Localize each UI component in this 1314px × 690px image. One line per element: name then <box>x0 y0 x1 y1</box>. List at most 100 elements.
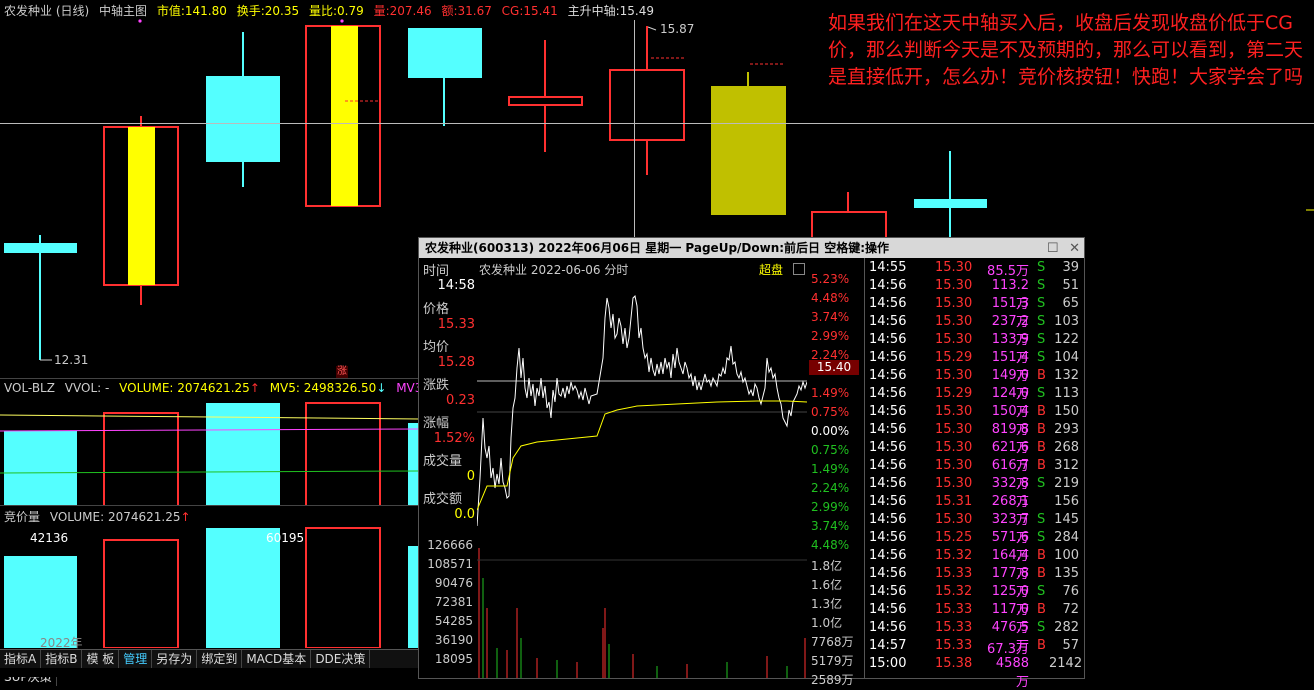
trade-row: 15:00 15.38 4588万 2142 <box>865 656 1083 690</box>
trade-time: 14:57 <box>869 638 907 653</box>
pct-tick: 0.75% <box>811 443 850 457</box>
trade-side: S <box>1037 296 1046 311</box>
popup-title-bar[interactable]: 农发种业(600313) 2022年06月06日 星期一 PageUp/Down… <box>419 238 1084 258</box>
trade-side: B <box>1037 548 1046 563</box>
trade-side: B <box>1037 404 1046 419</box>
intraday-popup[interactable]: 农发种业(600313) 2022年06月06日 星期一 PageUp/Down… <box>418 237 1085 690</box>
trade-side: S <box>1037 530 1046 545</box>
trade-price: 15.29 <box>935 350 973 365</box>
overlay-badge[interactable]: 超盘 <box>759 261 783 278</box>
intraday-chart[interactable]: 农发种业 2022-06-06 分时 超盘 <box>477 258 807 678</box>
price-line <box>477 294 807 527</box>
tab-manage[interactable]: 管理 <box>119 650 153 668</box>
tab-save-as[interactable]: 另存为 <box>152 650 198 668</box>
trade-price: 15.25 <box>935 530 973 545</box>
trade-side: S <box>1037 260 1046 275</box>
trade-count: 39 <box>1062 260 1079 275</box>
trade-row: 14:56 15.33 476.5万 S 282 <box>865 620 1083 654</box>
trade-time: 14:56 <box>869 314 907 329</box>
trade-row: 14:56 15.30 819.8万 B 293 <box>865 422 1083 456</box>
close-icon[interactable]: ✕ <box>1069 241 1080 256</box>
candle-body <box>508 96 583 106</box>
pct-tick: 3.74% <box>811 310 850 324</box>
pct-tick: 5.23% <box>811 272 850 286</box>
popup-controls: ☐ ✕ <box>1041 239 1080 259</box>
trade-count: 219 <box>1054 476 1079 491</box>
high-marker-line <box>647 26 657 31</box>
trade-row: 14:56 15.29 151.4万 S 104 <box>865 350 1083 384</box>
trade-count: 282 <box>1054 620 1079 635</box>
trade-row: 14:56 15.30 150.4万 B 150 <box>865 404 1083 438</box>
trade-amount-label: 成交额 <box>423 492 463 507</box>
trade-count: 150 <box>1054 404 1079 419</box>
trade-count: 2142 <box>1049 656 1083 671</box>
trade-count: 122 <box>1054 332 1079 347</box>
crosshair-horizontal <box>0 123 1314 124</box>
trade-price: 15.30 <box>935 440 973 455</box>
trade-side: B <box>1037 422 1046 437</box>
tab-indicator-b[interactable]: 指标B <box>41 650 83 668</box>
vol-axis-right-tick: 1.8亿 <box>811 559 843 573</box>
toggle-icon[interactable] <box>793 263 805 275</box>
volume-bars <box>0 402 420 506</box>
tab-macd[interactable]: MACD基本 <box>242 650 312 668</box>
current-price-tag: 15.40 <box>809 360 859 375</box>
vol-axis-left-tick: 108571 <box>427 557 473 571</box>
pct-tick: 4.48% <box>811 291 850 305</box>
trade-time: 14:56 <box>869 530 907 545</box>
vol-axis-left-tick: 54285 <box>434 614 473 628</box>
trade-side: S <box>1037 386 1046 401</box>
vol-axis-left-tick: 126666 <box>427 538 473 552</box>
signal-dot <box>138 19 142 23</box>
tab-dde[interactable]: DDE决策 <box>311 650 371 668</box>
trade-side: B <box>1037 638 1046 653</box>
trade-row: 14:56 15.30 113.2万 S 51 <box>865 278 1083 312</box>
pct-value: 1.52% <box>433 431 475 446</box>
tick-trade-list[interactable]: 14:55 15.30 85.5万 S 39 14:56 15.30 113.2万 S 51 14:… <box>864 258 1083 690</box>
trade-side: B <box>1037 440 1046 455</box>
candle-highlight <box>331 26 358 206</box>
trade-amount-value: 0.0 <box>454 507 475 522</box>
trade-count: 284 <box>1054 530 1079 545</box>
vol-axis-left-tick: 18095 <box>434 652 473 666</box>
restore-icon[interactable]: ☐ <box>1047 241 1059 256</box>
time-value: 14:58 <box>437 278 475 293</box>
trade-row: 14:56 15.30 616.7万 B 312 <box>865 458 1083 492</box>
tab-bind[interactable]: 绑定到 <box>197 650 243 668</box>
trade-price: 15.30 <box>935 368 973 383</box>
trade-side: B <box>1037 566 1046 581</box>
trade-side: B <box>1037 602 1046 617</box>
trade-price: 15.31 <box>935 494 973 509</box>
trade-time: 14:56 <box>869 404 907 419</box>
trade-row: 14:56 15.32 164.4万 B 100 <box>865 548 1083 582</box>
tab-template[interactable]: 模 板 <box>82 650 120 668</box>
trade-time: 14:56 <box>869 386 907 401</box>
vol-axis-right-tick: 7768万 <box>811 635 854 649</box>
signal-dot <box>340 19 344 23</box>
trade-count: 156 <box>1054 494 1079 509</box>
volume-panel[interactable]: VOL-BLZ VVOL: - VOLUME: 2074621.25↑ MV5:… <box>0 378 430 506</box>
trade-row: 14:56 15.33 117.0万 B 72 <box>865 602 1083 636</box>
auction-volume-panel[interactable]: 竞价量 VOLUME: 2074621.25↑ 42136 60195 <box>0 505 420 648</box>
trade-price: 15.30 <box>935 278 973 293</box>
trade-volume-label: 成交量 <box>423 454 463 469</box>
trade-price: 15.32 <box>935 548 973 563</box>
trade-row: 14:56 15.30 237.2万 S 103 <box>865 314 1083 348</box>
candle-body <box>206 76 280 162</box>
trade-side: S <box>1037 620 1046 635</box>
pct-tick: 2.24% <box>811 481 850 495</box>
auction-bars <box>4 527 420 648</box>
price-label: 价格 <box>423 302 450 317</box>
trade-count: 76 <box>1062 584 1079 599</box>
trade-count: 312 <box>1054 458 1079 473</box>
high-price-label: 15.87 <box>660 22 695 36</box>
vol-axis-left-tick: 90476 <box>434 576 473 590</box>
trade-count: 103 <box>1054 314 1079 329</box>
trade-count: 104 <box>1054 350 1079 365</box>
trade-price: 15.33 <box>935 620 973 635</box>
avg-value: 15.28 <box>437 355 475 370</box>
intraday-chart-header: 农发种业 2022-06-06 分时 <box>479 263 629 277</box>
trade-row: 14:56 15.30 332.8万 S 219 <box>865 476 1083 510</box>
tab-indicator-a[interactable]: 指标A <box>0 650 42 668</box>
candle-body <box>711 86 786 215</box>
